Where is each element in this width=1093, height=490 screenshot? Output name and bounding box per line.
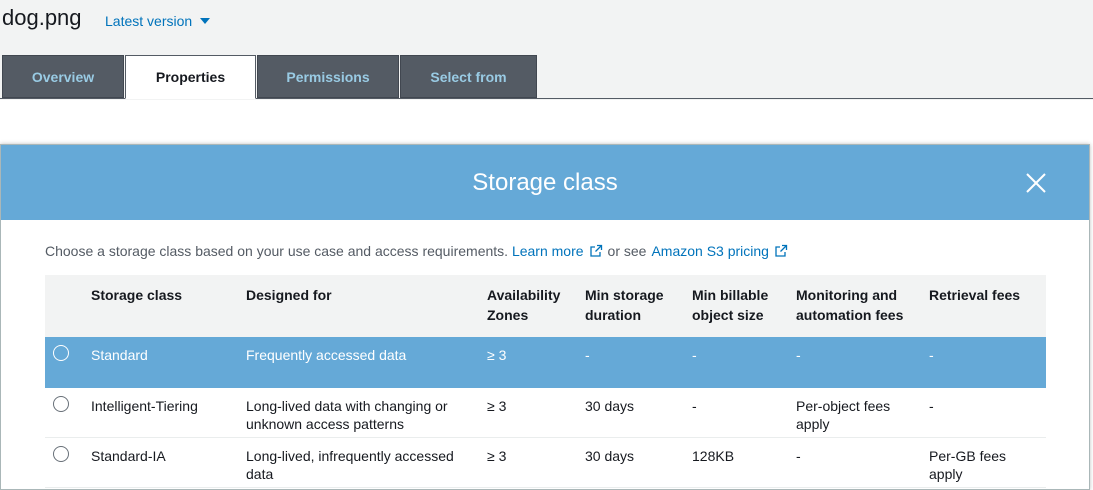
cell-min-billable: 128KB [692,448,735,464]
cell-monitoring: - [796,346,801,364]
header-min-billable: Min billable object size [692,285,768,325]
header-min-billable-line2: object size [692,307,764,323]
modal-header: Storage class [1,145,1089,220]
radio-button[interactable] [53,446,69,462]
cell-min-storage: 30 days [585,398,635,414]
cell-min-billable: - [692,398,697,414]
caret-down-icon [200,18,211,24]
tab-permissions[interactable]: Permissions [257,55,399,98]
external-link-icon [589,244,602,257]
cell-retrieval: - [929,397,934,415]
modal-description: Choose a storage class based on your use… [45,243,788,259]
cell-designed-for-line1: Long-lived, infrequently accessed [246,448,454,464]
external-link-icon [775,244,788,257]
cell-min-storage: 30 days [585,448,635,464]
cell-designed-for-line1: Long-lived data with changing or [246,398,448,414]
cell-retrieval-line1: Per-GB fees [929,448,1007,464]
modal-title: Storage class [472,169,618,196]
cell-monitoring: - [796,447,801,465]
header-monitoring-line2: automation fees [796,307,904,323]
cell-monitoring-line1: Per-object fees [796,398,891,414]
cell-min-storage: - [585,347,590,363]
header-storage-class: Storage class [91,287,183,303]
table-row-standard[interactable]: Standard Frequently accessed data ≥ 3 - … [45,337,1046,388]
cell-retrieval: Per-GB fees apply [929,447,1006,483]
cell-designed-for: Long-lived data with changing or unknown… [246,397,448,433]
cell-monitoring-line1: - [796,347,801,363]
cell-designed-for-line2: unknown access patterns [246,416,404,432]
table-row-standard-ia[interactable]: Standard-IA Long-lived, infrequently acc… [45,438,1046,488]
table-row-intelligent-tiering[interactable]: Intelligent-Tiering Long-lived data with… [45,388,1046,438]
table-header: Storage class Designed for Availability … [45,275,1046,337]
header-min-billable-line1: Min billable [692,287,769,303]
tab-overview[interactable]: Overview [2,55,124,98]
storage-class-modal: Storage class Choose a storage class bas… [0,144,1090,490]
cell-storage-class: Standard-IA [91,448,166,464]
header-min-storage: Min storage duration [585,285,664,325]
header-monitoring: Monitoring and automation fees [796,285,903,325]
cell-az: ≥ 3 [487,398,507,414]
cell-designed-for-line1: Frequently accessed data [246,347,407,363]
description-text: Choose a storage class based on your use… [45,243,509,259]
header-min-storage-line2: duration [585,307,641,323]
tab-select-from[interactable]: Select from [400,55,537,98]
object-header: dog.png Latest version Overview Properti… [0,0,1093,100]
header-retrieval-fees: Retrieval fees [929,287,1021,303]
header-availability-zones: Availability Zones [487,285,560,325]
cell-designed-for: Frequently accessed data [246,346,406,364]
header-min-storage-line1: Min storage [585,287,664,303]
cell-monitoring-line1: - [796,448,801,464]
pricing-link[interactable]: Amazon S3 pricing [651,243,788,259]
header-az-line2: Zones [487,307,529,323]
object-name: dog.png [2,5,82,30]
pricing-link-label: Amazon S3 pricing [651,243,769,259]
cell-designed-for-line2: data [246,466,274,482]
cell-designed-for: Long-lived, infrequently accessed data [246,447,454,483]
cell-retrieval-line1: - [929,398,934,414]
cell-retrieval: - [929,346,934,364]
cell-min-billable: - [692,347,697,363]
header-az-line1: Availability [487,287,561,303]
radio-button[interactable] [53,345,69,361]
or-see-text: or see [607,243,647,259]
header-designed-for: Designed for [246,287,332,303]
learn-more-label: Learn more [511,243,584,259]
learn-more-link[interactable]: Learn more [512,243,603,259]
close-icon[interactable] [1025,172,1047,194]
cell-monitoring-line2: apply [796,416,830,432]
radio-button[interactable] [53,396,69,412]
cell-storage-class: Standard [91,347,148,363]
cell-retrieval-line1: - [929,347,934,363]
version-dropdown[interactable]: Latest version [105,13,211,29]
cell-monitoring: Per-object fees apply [796,397,890,433]
cell-az: ≥ 3 [487,448,507,464]
tab-bar: Overview Properties Permissions Select f… [0,55,1093,99]
version-label: Latest version [105,13,193,29]
cell-retrieval-line2: apply [929,466,963,482]
header-monitoring-line1: Monitoring and [796,287,898,303]
tab-properties[interactable]: Properties [125,55,256,99]
cell-az: ≥ 3 [487,347,507,363]
cell-storage-class: Intelligent-Tiering [91,398,198,414]
